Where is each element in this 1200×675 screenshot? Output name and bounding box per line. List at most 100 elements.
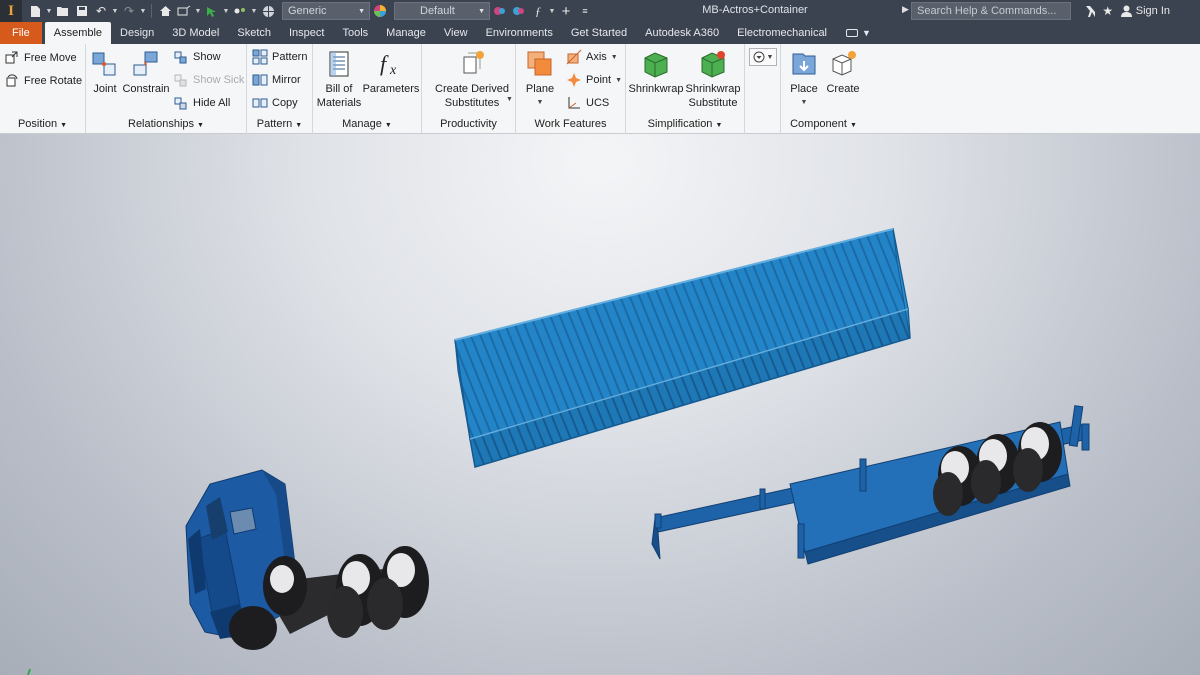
customize-toolbar-icon[interactable]: ≡ <box>576 2 594 20</box>
joint-icon <box>90 48 120 80</box>
home-icon[interactable] <box>156 2 174 20</box>
sign-in-label: Sign In <box>1135 5 1170 17</box>
sign-in-button[interactable]: Sign In <box>1117 5 1200 17</box>
quick-access-toolbar: ▼ ↶ ▼ ↷ ▼ ▼ ▼ ▼ Generic ▼ Default ▼ ƒ ▼ … <box>22 0 594 22</box>
style-combo[interactable]: Default ▼ <box>394 2 490 20</box>
point-button[interactable]: Point ▼ <box>566 70 622 90</box>
mirror-button[interactable]: Mirror <box>252 70 301 90</box>
appearance-clear-icon[interactable] <box>491 2 509 20</box>
panel-label-relationships[interactable]: Relationships ▼ <box>86 116 246 132</box>
tab-sketch[interactable]: Sketch <box>228 22 280 44</box>
tab-get-started[interactable]: Get Started <box>562 22 636 44</box>
show-icon <box>173 49 189 65</box>
derived-substitute-icon <box>457 48 487 80</box>
create-button[interactable]: Create <box>825 48 861 96</box>
select-dropdown-arrow[interactable]: ▼ <box>222 2 230 20</box>
globe-icon[interactable] <box>259 2 277 20</box>
trailer-chassis[interactable] <box>651 405 1090 565</box>
tab-autodesk-a360[interactable]: Autodesk A360 <box>636 22 728 44</box>
tab-design[interactable]: Design <box>111 22 163 44</box>
undo-icon[interactable]: ↶ <box>92 2 110 20</box>
place-button[interactable]: Place ▼ <box>787 48 821 110</box>
more-dropdown-button[interactable]: ▼ <box>749 48 777 66</box>
parameters-dropdown-arrow[interactable]: ▼ <box>548 2 556 20</box>
free-rotate-button[interactable]: Free Rotate <box>4 71 82 91</box>
ribbon-display-icon <box>846 29 858 37</box>
copy-label: Copy <box>272 97 298 109</box>
pattern-icon <box>252 49 268 65</box>
ribbon-display-toggle[interactable]: ▼ <box>836 22 881 44</box>
plane-button[interactable]: Plane ▼ <box>522 48 558 110</box>
undo-dropdown-arrow[interactable]: ▼ <box>111 2 119 20</box>
free-move-icon <box>4 50 20 66</box>
constrain-button[interactable]: Constrain <box>122 48 170 96</box>
axis-button[interactable]: Axis ▼ <box>566 47 618 67</box>
tab-file[interactable]: File <box>0 22 42 44</box>
shrinkwrap-button[interactable]: Shrinkwrap <box>628 48 684 96</box>
shrinkwrap-sub-label-line2: Substitute <box>688 97 738 109</box>
measure-dropdown-arrow[interactable]: ▼ <box>194 2 202 20</box>
search-input[interactable] <box>911 2 1071 20</box>
panel-label-position[interactable]: Position ▼ <box>0 116 85 132</box>
select-icon[interactable] <box>203 2 221 20</box>
new-icon[interactable] <box>26 2 44 20</box>
free-move-button[interactable]: Free Move <box>4 48 77 68</box>
ucs-button[interactable]: UCS <box>566 93 609 113</box>
copy-button[interactable]: Copy <box>252 93 298 113</box>
binoculars-icon[interactable] <box>1081 2 1099 20</box>
joint-button[interactable]: Joint <box>89 48 121 96</box>
appearance-icon[interactable] <box>371 2 389 20</box>
chevron-down-icon: ▼ <box>610 53 618 61</box>
pattern-button[interactable]: Pattern <box>252 47 307 67</box>
bill-of-materials-icon <box>324 48 354 80</box>
tab-environments[interactable]: Environments <box>477 22 562 44</box>
shrinkwrap-icon <box>641 48 671 80</box>
open-icon[interactable] <box>54 2 72 20</box>
parameters-button[interactable]: fx Parameters <box>363 48 420 96</box>
parameters-icon[interactable]: ƒ <box>529 2 547 20</box>
panel-label-simplification[interactable]: Simplification ▼ <box>626 116 744 132</box>
tab-3d-model[interactable]: 3D Model <box>163 22 228 44</box>
shipping-container[interactable] <box>454 228 911 468</box>
add-icon[interactable]: + <box>557 2 575 20</box>
appearance-combo[interactable]: Generic ▼ <box>282 2 370 20</box>
tab-electromechanical[interactable]: Electromechanical <box>728 22 836 44</box>
tab-view[interactable]: View <box>435 22 477 44</box>
star-icon[interactable]: ★ <box>1099 2 1117 20</box>
panel-label-manage[interactable]: Manage ▼ <box>313 116 421 132</box>
view-origin-indicator <box>27 668 31 675</box>
save-icon[interactable] <box>73 2 91 20</box>
graphics-viewport[interactable] <box>0 134 1200 675</box>
shrinkwrap-substitute-button[interactable]: Shrinkwrap Substitute <box>684 48 742 110</box>
tab-tools[interactable]: Tools <box>333 22 377 44</box>
separator <box>151 4 152 18</box>
show-button[interactable]: Show <box>173 47 221 67</box>
redo-dropdown-arrow[interactable]: ▼ <box>139 2 147 20</box>
bom-label-line2: Materials <box>316 97 362 109</box>
tab-manage[interactable]: Manage <box>377 22 435 44</box>
expand-chevron-icon[interactable]: ▶ <box>902 4 909 15</box>
truck-tractor[interactable] <box>185 469 429 650</box>
panel-label-text: Position <box>17 118 58 130</box>
derived-dropdown-arrow[interactable]: ▼ <box>506 96 513 103</box>
adjust-icon[interactable] <box>510 2 528 20</box>
tab-assemble[interactable]: Assemble <box>44 22 112 44</box>
hide-all-button[interactable]: Hide All <box>173 93 230 113</box>
create-derived-substitutes-button[interactable]: Create Derived Substitutes <box>430 48 514 110</box>
svg-text:f: f <box>380 51 389 76</box>
panel-work-features: Plane ▼ Axis ▼ Point ▼ UCS Work Features <box>516 44 626 134</box>
vis-dropdown-arrow[interactable]: ▼ <box>250 2 258 20</box>
ribbon: Free Move Free Rotate Position ▼ Joint Co… <box>0 44 1200 134</box>
show-sick-button[interactable]: Show Sick <box>173 70 244 90</box>
redo-icon[interactable]: ↷ <box>120 2 138 20</box>
measure-icon[interactable] <box>175 2 193 20</box>
panel-label-pattern[interactable]: Pattern ▼ <box>247 116 312 132</box>
mirror-icon <box>252 72 268 88</box>
panel-position: Free Move Free Rotate Position ▼ <box>0 44 86 134</box>
new-dropdown-arrow[interactable]: ▼ <box>45 2 53 20</box>
app-logo[interactable]: I <box>0 0 22 22</box>
tab-inspect[interactable]: Inspect <box>280 22 333 44</box>
bill-of-materials-button[interactable]: Bill of Materials <box>315 48 363 110</box>
panel-label-component[interactable]: Component ▼ <box>781 116 866 132</box>
vis-icon[interactable] <box>231 2 249 20</box>
